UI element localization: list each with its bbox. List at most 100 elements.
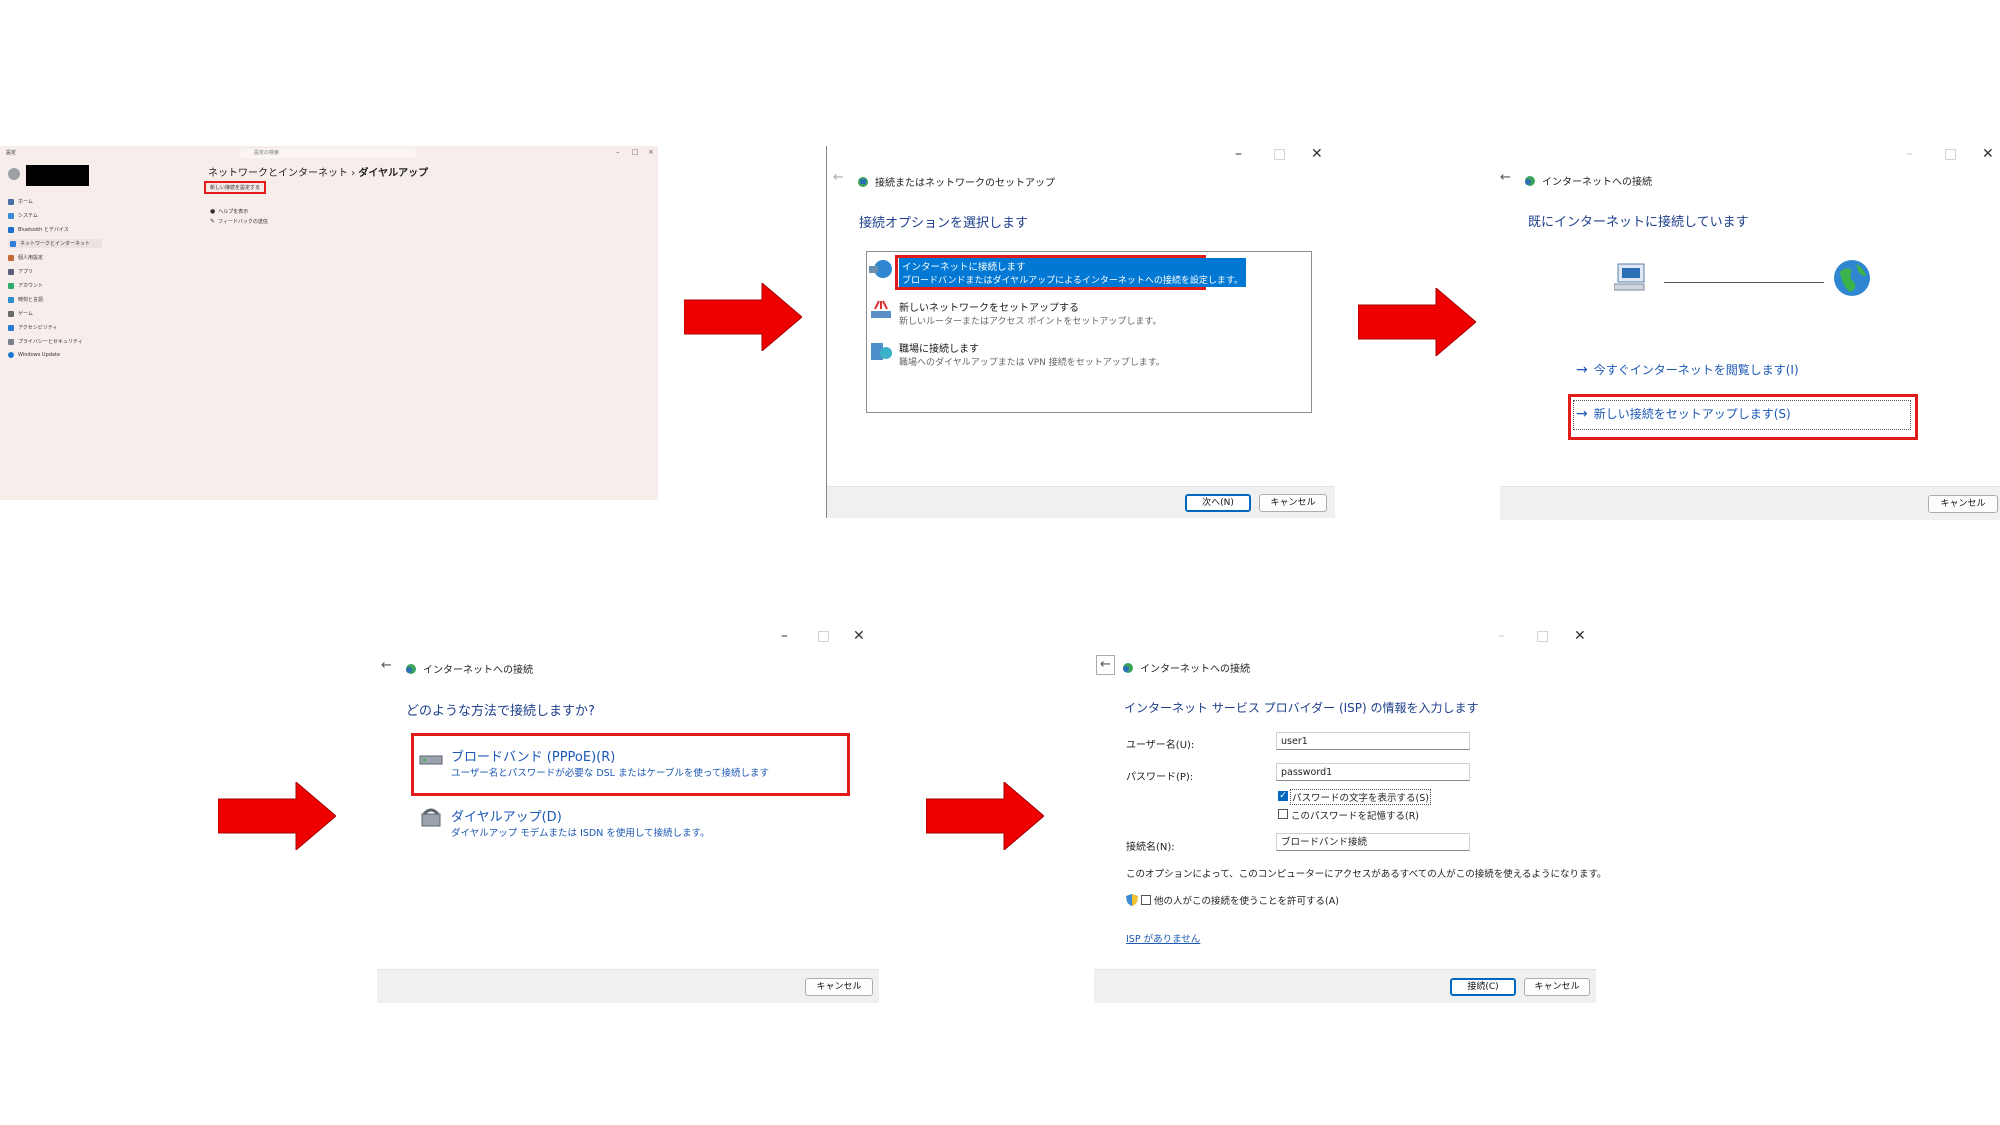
sidebar-item-time-language[interactable]: 時刻と言語 (8, 296, 43, 303)
connection-line (1664, 282, 1824, 283)
close-icon[interactable]: ✕ (853, 628, 865, 644)
feedback-link[interactable]: ✎ フィードバックの送信 (210, 218, 268, 225)
network-setup-icon (858, 176, 868, 187)
password-field[interactable]: password1 (1276, 763, 1470, 781)
step-arrow-1 (684, 283, 802, 351)
minimize-icon[interactable]: – (616, 148, 620, 156)
dialog-footer: 接続(C) キャンセル (1094, 969, 1596, 1003)
setup-new-connection-link[interactable]: → 新しい接続をセットアップします(S) (1576, 405, 1791, 422)
dialog-heading: どのような方法で接続しますか? (406, 704, 595, 719)
router-icon (871, 300, 891, 318)
maximize-icon[interactable]: □ (632, 148, 639, 156)
sharing-note: このオプションによって、このコンピューターにアクセスがあるすべての人がこの接続を… (1126, 869, 1607, 880)
remember-password-label[interactable]: このパスワードを記憶する(R) (1291, 808, 1419, 822)
uac-shield-icon (1126, 894, 1138, 906)
internet-connection-dialog-method: – □ ✕ ← インターネットへの接続 どのような方法で接続しますか? ブロード… (377, 628, 879, 1003)
next-button[interactable]: 次へ(N) (1185, 494, 1251, 512)
show-password-checkbox[interactable]: ✓ (1278, 791, 1288, 801)
dialog-title: 接続またはネットワークのセットアップ (857, 174, 1055, 189)
dialog-title: インターネットへの接続 (405, 661, 533, 676)
maximize-icon: □ (1273, 146, 1287, 162)
network-icon (10, 240, 16, 247)
step-arrow-4 (926, 782, 1044, 850)
cancel-button[interactable]: キャンセル (805, 978, 873, 996)
sidebar-item-network[interactable]: ネットワークとインターネット (8, 239, 102, 248)
sidebar-item-accessibility[interactable]: アクセシビリティ (8, 324, 57, 331)
maximize-icon: □ (1536, 628, 1550, 644)
internet-connection-dialog-already: – □ ✕ ← インターネットへの接続 既にインターネットに接続しています → … (1500, 146, 2000, 520)
option-workplace[interactable]: 職場に接続します 職場へのダイヤルアップまたは VPN 接続をセットアップします… (869, 340, 1165, 368)
username-field[interactable]: user1 (1276, 732, 1470, 750)
option-connect-internet-selected[interactable]: インターネットに接続します ブロードバンドまたはダイヤルアップによるインターネッ… (899, 258, 1247, 287)
back-arrow-icon[interactable]: ← (381, 658, 392, 673)
sidebar-item-home[interactable]: ホーム (8, 198, 33, 205)
browse-internet-link[interactable]: → 今すぐインターネットを閲覧します(I) (1576, 361, 1799, 378)
arrow-right-icon: → (1576, 405, 1588, 422)
close-icon[interactable]: ✕ (1982, 146, 1994, 162)
sidebar-item-bluetooth[interactable]: Bluetooth とデバイス (8, 226, 69, 233)
phone-modem-icon (421, 808, 441, 827)
cancel-button[interactable]: キャンセル (1259, 494, 1327, 512)
allow-others-checkbox[interactable] (1141, 895, 1151, 905)
option-new-network[interactable]: 新しいネットワークをセットアップする 新しいルーターまたはアクセス ポイントをセ… (869, 299, 1162, 327)
account-icon (8, 282, 14, 289)
dialog-title: インターネットへの接続 (1122, 660, 1250, 675)
username-label: ユーザー名(U): (1126, 740, 1195, 751)
minimize-icon: – (1906, 146, 1913, 162)
bluetooth-icon (8, 226, 14, 233)
dialog-footer: 次へ(N) キャンセル (827, 486, 1335, 518)
settings-search-input[interactable]: 設定の検索 (240, 149, 416, 158)
breadcrumb-separator: › (351, 168, 356, 179)
option-dialup[interactable]: ダイヤルアップ(D) ダイヤルアップ モデムまたは ISDN を使用して接続しま… (419, 806, 710, 839)
sidebar-item-system[interactable]: システム (8, 212, 38, 219)
dialog-title: インターネットへの接続 (1524, 173, 1652, 188)
close-icon[interactable]: ✕ (1311, 146, 1323, 162)
sidebar-item-gaming[interactable]: ゲーム (8, 310, 33, 317)
breadcrumb-current: ダイヤルアップ (358, 168, 429, 179)
cancel-button[interactable]: キャンセル (1524, 978, 1590, 996)
close-icon[interactable]: ✕ (1574, 628, 1586, 644)
home-icon (8, 198, 14, 205)
redacted-username (26, 165, 89, 186)
remember-password-checkbox[interactable] (1278, 809, 1288, 819)
sidebar-item-accounts[interactable]: アカウント (8, 282, 43, 289)
connection-name-field[interactable]: ブロードバンド接続 (1276, 833, 1470, 851)
minimize-icon: – (1498, 628, 1505, 644)
maximize-icon: □ (1944, 146, 1958, 162)
breadcrumb: ネットワークとインターネット › ダイヤルアップ (208, 164, 428, 179)
computer-icon (1614, 263, 1645, 291)
connection-name-label: 接続名(N): (1126, 842, 1175, 853)
settings-window: 設定 設定の検索 – □ × ホーム システム Bluetooth とデバイス … (0, 146, 658, 500)
back-arrow-icon[interactable]: ← (833, 170, 844, 185)
avatar[interactable] (8, 168, 20, 180)
internet-connection-icon (1123, 662, 1133, 673)
brush-icon (8, 254, 14, 261)
globe-icon (1834, 260, 1870, 296)
connect-button[interactable]: 接続(C) (1450, 978, 1516, 996)
show-password-label[interactable]: パスワードの文字を表示する(S) (1290, 789, 1431, 805)
option-broadband-pppoe[interactable]: ブロードバンド (PPPoE)(R) ユーザー名とパスワードが必要な DSL ま… (419, 746, 769, 779)
help-icon: ● (210, 208, 216, 215)
breadcrumb-parent[interactable]: ネットワークとインターネット (208, 168, 348, 179)
allow-others-label[interactable]: 他の人がこの接続を使うことを許可する(A) (1154, 893, 1339, 907)
sidebar-item-apps[interactable]: アプリ (8, 268, 33, 275)
minimize-icon[interactable]: – (1235, 146, 1242, 162)
workplace-icon (871, 343, 892, 360)
new-connection-button[interactable]: 新しい接続を設定する (204, 181, 267, 194)
help-link[interactable]: ● ヘルプを表示 (210, 208, 248, 215)
sidebar-item-privacy[interactable]: プライバシーとセキュリティ (8, 338, 83, 345)
no-isp-link[interactable]: ISP がありません (1126, 931, 1200, 945)
back-arrow-icon[interactable]: ← (1500, 170, 1511, 185)
back-arrow-icon[interactable]: ← (1096, 655, 1115, 675)
sidebar-item-personalization[interactable]: 個人用設定 (8, 254, 43, 261)
settings-app-title: 設定 (6, 150, 17, 156)
minimize-icon[interactable]: – (781, 628, 788, 644)
dialog-footer: キャンセル (1500, 486, 2000, 520)
settings-titlebar: 設定 設定の検索 – □ × (0, 146, 658, 160)
option-connect-internet[interactable] (869, 258, 893, 280)
sidebar-item-windows-update[interactable]: Windows Update (8, 352, 60, 358)
clock-icon (8, 296, 14, 303)
close-icon[interactable]: × (648, 148, 654, 156)
globe-network-icon (869, 260, 892, 278)
cancel-button[interactable]: キャンセル (1928, 495, 1998, 513)
